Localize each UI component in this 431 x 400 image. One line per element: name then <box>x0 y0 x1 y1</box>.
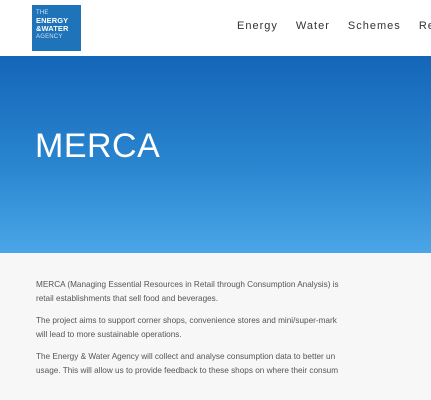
paragraph-line: will lead to more sustainable operations… <box>36 330 182 339</box>
paragraph-2: The project aims to support corner shops… <box>36 314 431 342</box>
paragraph-line: The Energy & Water Agency will collect a… <box>36 352 336 361</box>
nav-item-schemes[interactable]: Schemes <box>348 20 401 32</box>
paragraph-line: The project aims to support corner shops… <box>36 316 337 325</box>
paragraph-1: MERCA (Managing Essential Resources in R… <box>36 278 431 306</box>
agency-logo[interactable]: THE ENERGY &WATER AGENCY <box>32 5 81 51</box>
nav-item-water[interactable]: Water <box>296 20 330 32</box>
logo-line-4: AGENCY <box>36 34 63 40</box>
page-title: MERCA <box>35 127 161 165</box>
site-header: THE ENERGY &WATER AGENCY Energy Water Sc… <box>0 0 431 56</box>
paragraph-3: The Energy & Water Agency will collect a… <box>36 350 431 378</box>
paragraph-line: MERCA (Managing Essential Resources in R… <box>36 280 339 289</box>
nav-item-resources[interactable]: Res <box>419 20 431 32</box>
page: THE ENERGY &WATER AGENCY Energy Water Sc… <box>0 0 431 400</box>
nav-item-energy[interactable]: Energy <box>237 20 278 32</box>
logo-line-3: &WATER <box>36 24 69 33</box>
paragraph-line: retail establishments that sell food and… <box>36 294 219 303</box>
page-content: MERCA (Managing Essential Resources in R… <box>36 278 431 386</box>
paragraph-line: usage. This will allow us to provide fee… <box>36 366 339 375</box>
main-nav: Energy Water Schemes Res <box>237 20 431 32</box>
hero-banner: MERCA <box>0 56 431 253</box>
